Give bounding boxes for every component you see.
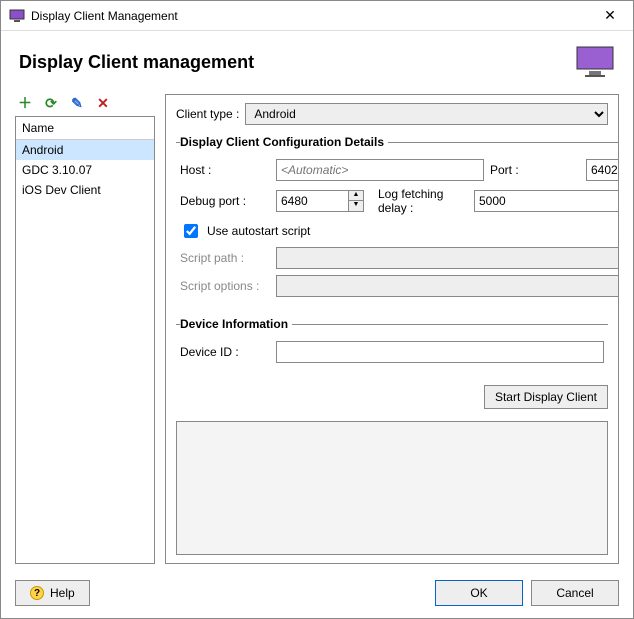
script-path-label: Script path :	[180, 251, 270, 265]
ok-button[interactable]: OK	[435, 580, 523, 606]
config-legend: Display Client Configuration Details	[180, 135, 388, 149]
window-title: Display Client Management	[31, 9, 595, 23]
script-path-input	[276, 247, 619, 269]
close-icon[interactable]: ✕	[595, 7, 625, 24]
footer: ? Help OK Cancel	[1, 572, 633, 618]
debug-port-input[interactable]	[276, 190, 348, 212]
log-output	[176, 421, 608, 555]
port-input[interactable]	[586, 159, 619, 181]
device-id-row: Device ID :	[180, 341, 604, 363]
delete-icon[interactable]: ✕	[95, 95, 111, 111]
config-fieldset: Display Client Configuration Details Hos…	[176, 135, 619, 307]
body: ＋ ⟳ ✎ ✕ Name Android GDC 3.10.07 iOS Dev…	[1, 88, 633, 572]
host-row: Host : Port : ▲▼	[180, 159, 619, 181]
script-path-row: Script path : 🔍	[180, 247, 619, 269]
list-item[interactable]: iOS Dev Client	[16, 180, 154, 200]
spin-up-icon[interactable]: ▲	[349, 191, 363, 201]
titlebar: Display Client Management ✕	[1, 1, 633, 31]
host-label: Host :	[180, 163, 270, 177]
help-button[interactable]: ? Help	[15, 580, 90, 606]
edit-icon[interactable]: ✎	[69, 95, 85, 111]
spin-down-icon[interactable]: ▼	[349, 201, 363, 211]
left-panel: ＋ ⟳ ✎ ✕ Name Android GDC 3.10.07 iOS Dev…	[15, 94, 155, 564]
right-panel: Client type : Android Display Client Con…	[165, 94, 619, 564]
list-item[interactable]: Android	[16, 140, 154, 160]
client-list[interactable]: Name Android GDC 3.10.07 iOS Dev Client	[15, 116, 155, 564]
help-label: Help	[50, 586, 75, 600]
autostart-checkbox[interactable]	[184, 224, 198, 238]
debug-row: Debug port : ▲▼ Log fetching delay : ▲▼	[180, 187, 619, 215]
script-options-row: Script options :	[180, 275, 619, 297]
debug-port-label: Debug port :	[180, 194, 270, 208]
device-id-input[interactable]	[276, 341, 604, 363]
script-options-input	[276, 275, 619, 297]
page-title: Display Client management	[19, 52, 575, 73]
refresh-icon[interactable]: ⟳	[43, 95, 59, 111]
host-input[interactable]	[276, 159, 484, 181]
port-spinner[interactable]: ▲▼	[586, 159, 619, 181]
autostart-label: Use autostart script	[207, 224, 310, 238]
client-type-select[interactable]: Android	[245, 103, 608, 125]
monitor-icon	[575, 45, 615, 80]
device-id-label: Device ID :	[180, 345, 270, 359]
autostart-row: Use autostart script	[180, 221, 619, 241]
dialog-window: Display Client Management ✕ Display Clie…	[0, 0, 634, 619]
cancel-button[interactable]: Cancel	[531, 580, 619, 606]
log-delay-label: Log fetching delay :	[378, 187, 468, 215]
debug-port-spinner[interactable]: ▲▼	[276, 190, 364, 212]
log-delay-input[interactable]	[474, 190, 619, 212]
list-item[interactable]: GDC 3.10.07	[16, 160, 154, 180]
add-icon[interactable]: ＋	[17, 95, 33, 111]
app-icon	[9, 8, 25, 24]
log-delay-spinner[interactable]: ▲▼	[474, 190, 619, 212]
client-type-label: Client type :	[176, 107, 239, 121]
port-label: Port :	[490, 163, 580, 177]
start-row: Start Display Client	[176, 385, 608, 409]
client-type-row: Client type : Android	[176, 103, 608, 125]
list-toolbar: ＋ ⟳ ✎ ✕	[15, 94, 155, 116]
help-icon: ?	[30, 586, 44, 600]
device-fieldset: Device Information Device ID :	[176, 317, 608, 373]
list-column-header: Name	[16, 117, 154, 140]
start-display-client-button[interactable]: Start Display Client	[484, 385, 608, 409]
script-options-label: Script options :	[180, 279, 270, 293]
device-legend: Device Information	[180, 317, 292, 331]
header: Display Client management	[1, 31, 633, 88]
